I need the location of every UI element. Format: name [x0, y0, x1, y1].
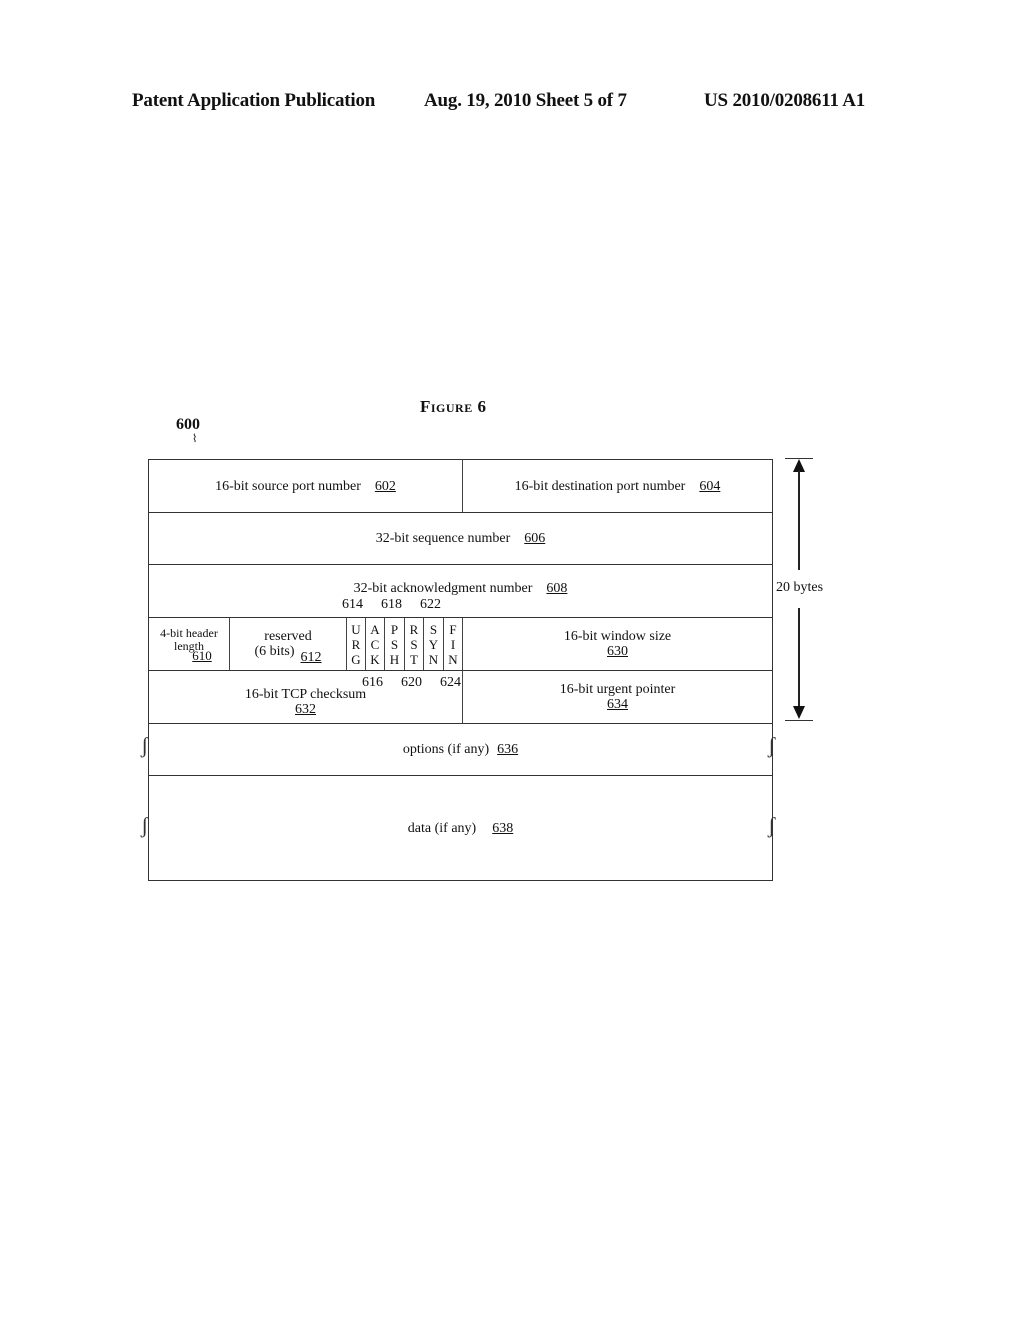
acknowledgment-number-label: 32-bit acknowledgment number: [353, 581, 533, 596]
urgent-pointer-label: 16-bit urgent pointer: [559, 682, 676, 697]
row-sequence: 32-bit sequence number 606: [148, 512, 773, 564]
data-field: data (if any) 638: [149, 776, 772, 880]
publication-number: US 2010/0208611 A1: [704, 90, 866, 111]
urgent-pointer-field: 16-bit urgent pointer 634: [462, 671, 772, 723]
flag-char: R: [351, 636, 361, 652]
sequence-number-ref: 606: [524, 531, 546, 546]
row-data: data (if any) 638: [148, 775, 773, 881]
row-options: options (if any) 636: [148, 723, 773, 775]
window-size-label: 16-bit window size: [563, 629, 672, 644]
row-acknowledgment: 32-bit acknowledgment number 608 614 618 …: [148, 564, 773, 617]
source-port-label: 16-bit source port number: [215, 478, 361, 494]
options-field: options (if any) 636: [149, 724, 772, 775]
destination-port-ref: 604: [699, 478, 721, 494]
options-label: options (if any): [402, 742, 490, 757]
flag-char: N: [448, 651, 458, 667]
publication-date-sheet: Aug. 19, 2010 Sheet 5 of 7: [424, 90, 627, 111]
row-checksum-urgent: 616 620 624 16-bit TCP checksum 632 16-b…: [148, 670, 773, 723]
header-length-line1: 4-bit header: [160, 625, 218, 640]
flag-char: A: [370, 621, 380, 637]
flag-char: R: [409, 621, 419, 637]
reserved-field: reserved (6 bits) 612: [229, 618, 346, 670]
flag-urg: URG: [346, 618, 365, 670]
tcp-header-diagram: 16-bit source port number 602 16-bit dest…: [148, 459, 773, 881]
flag-char: H: [389, 651, 400, 667]
window-size-field: 16-bit window size 630: [462, 618, 772, 670]
break-mark-icon: ʃ: [141, 813, 149, 838]
flag-char: C: [370, 636, 380, 652]
checksum-field: 16-bit TCP checksum 632: [149, 671, 462, 723]
checksum-ref: 632: [295, 702, 316, 717]
acknowledgment-number-field: 32-bit acknowledgment number 608: [149, 565, 772, 617]
sequence-number-field: 32-bit sequence number 606: [149, 513, 772, 564]
leader-line-icon: ⌇: [192, 433, 198, 445]
dimension-line-upper: [798, 470, 800, 570]
flag-char: Y: [428, 636, 439, 652]
flag-char: S: [429, 621, 438, 637]
break-mark-icon: ʃ: [768, 733, 776, 758]
reserved-ref: 612: [300, 650, 322, 665]
acknowledgment-number-ref: 608: [546, 581, 568, 596]
break-mark-icon: ʃ: [141, 733, 149, 758]
sequence-number-label: 32-bit sequence number: [375, 531, 511, 546]
flag-char: I: [450, 636, 456, 652]
flag-char: T: [410, 651, 418, 667]
source-port-ref: 602: [374, 478, 396, 494]
urgent-pointer-ref: 634: [607, 697, 628, 712]
header-length-field: 4-bit header length 610: [149, 618, 229, 670]
row-control: 4-bit header length 610 reserved (6 bits…: [148, 617, 773, 670]
reserved-line2: (6 bits): [254, 644, 295, 659]
reserved-line1: reserved: [264, 629, 312, 644]
destination-port-field: 16-bit destination port number 604: [462, 460, 772, 512]
header-length-ref: 610: [192, 647, 212, 663]
flag-ref-syn: 622: [420, 597, 441, 612]
flag-char: F: [449, 621, 457, 637]
publication-type: Patent Application Publication: [132, 90, 376, 111]
data-ref: 638: [492, 820, 514, 836]
source-port-field: 16-bit source port number 602: [149, 460, 462, 512]
arrow-down-icon: [793, 706, 805, 719]
flag-ref-urg: 614: [342, 597, 363, 612]
flag-char: K: [370, 651, 380, 667]
dimension-tick-bottom: [785, 720, 813, 721]
flag-char: G: [351, 651, 361, 667]
flag-char: P: [390, 621, 399, 637]
size-label: 20 bytes: [776, 580, 824, 595]
flag-char: S: [410, 636, 418, 652]
window-size-ref: 630: [607, 644, 628, 659]
flag-ref-psh: 618: [381, 597, 402, 612]
flag-char: N: [428, 651, 439, 667]
flag-syn: SYN: [423, 618, 443, 670]
destination-port-label: 16-bit destination port number: [514, 478, 686, 494]
checksum-label: 16-bit TCP checksum: [244, 687, 367, 702]
data-label: data (if any): [407, 820, 477, 836]
options-ref: 636: [497, 742, 519, 757]
flag-psh: PSH: [384, 618, 404, 670]
flag-ack: ACK: [365, 618, 384, 670]
flag-fin: FIN: [443, 618, 462, 670]
dimension-line-lower: [798, 608, 800, 708]
flag-char: U: [351, 621, 361, 637]
figure-title: Figure 6: [420, 397, 487, 416]
row-ports: 16-bit source port number 602 16-bit dest…: [148, 459, 773, 512]
break-mark-icon: ʃ: [768, 813, 776, 838]
flag-char: S: [390, 636, 399, 652]
flag-rst: RST: [404, 618, 423, 670]
